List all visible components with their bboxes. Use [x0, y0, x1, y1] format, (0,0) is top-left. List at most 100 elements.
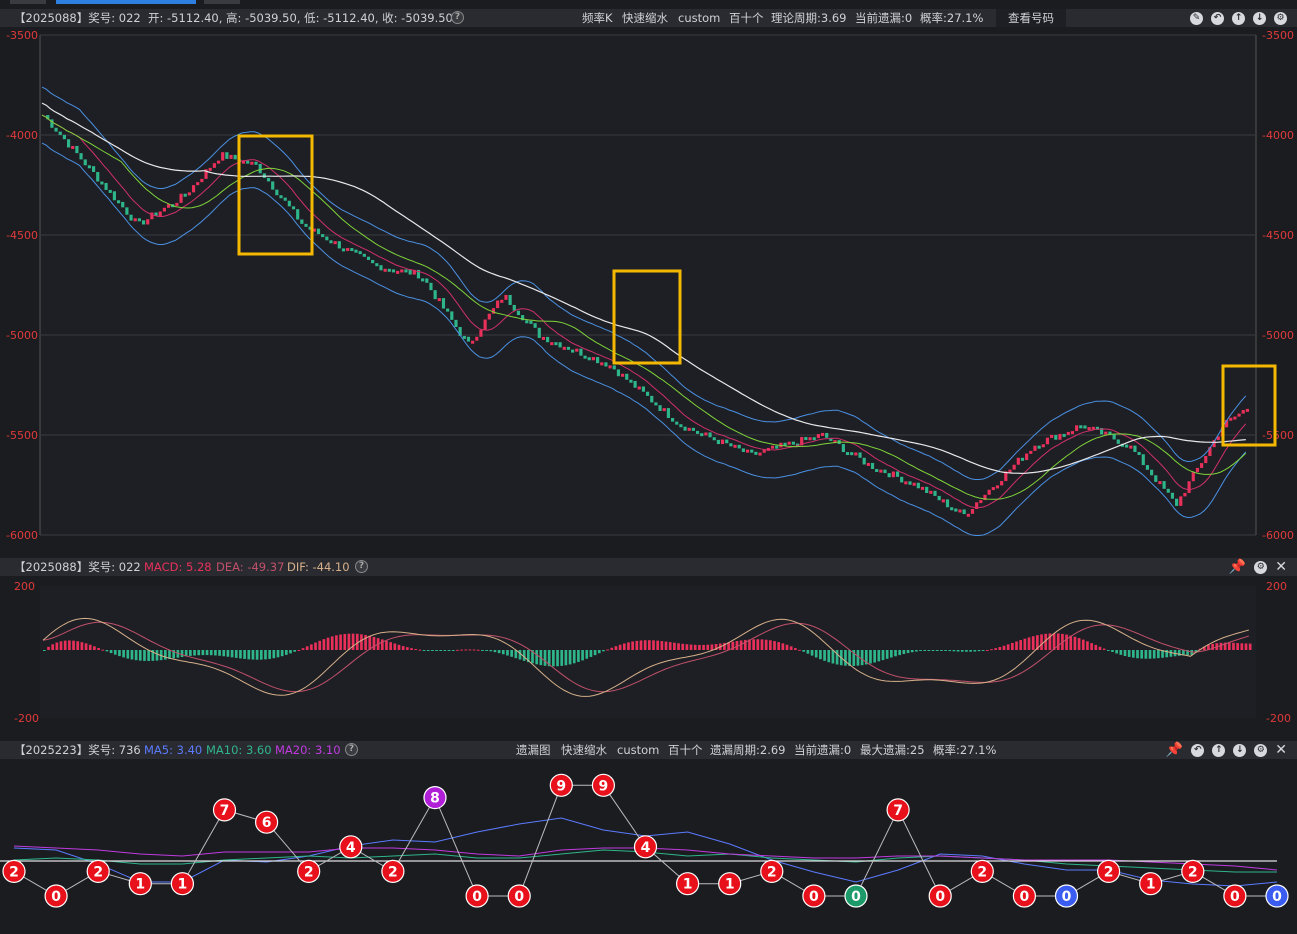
y-tick-label-right: -5500 [1262, 429, 1294, 442]
candle [716, 439, 720, 445]
macd-bar [1065, 634, 1068, 650]
candle [854, 452, 858, 456]
miss-node: 2 [86, 859, 110, 884]
macd-bar [877, 650, 881, 662]
macd-bar [627, 642, 630, 650]
macd-bar [1119, 650, 1123, 655]
miss-node: 7 [212, 798, 237, 822]
macd-bar [568, 650, 572, 665]
settings-icon[interactable]: ⚙ [1254, 743, 1268, 757]
miss-node: 2 [381, 859, 405, 884]
candle [979, 500, 983, 504]
kline-unit: 百十个 [729, 11, 764, 25]
miss-chart[interactable]: 2 0 2 1 1 7 6 2 4 2 8 0 0 9 9 4 1 1 2 0 0 7 0 2 0 0 2 1 2 0 0 [0, 760, 1297, 934]
macd-bar [869, 650, 872, 664]
macd-bar [927, 650, 931, 651]
up-arrow-icon[interactable]: ↑ [1232, 11, 1245, 25]
candle [1041, 444, 1045, 448]
macd-bar [401, 646, 405, 650]
candle [71, 145, 75, 149]
macd-bar [51, 644, 55, 650]
up-arrow-icon[interactable]: ↑ [1212, 743, 1226, 757]
pin-icon[interactable]: 📌 [1166, 741, 1183, 759]
candle [908, 481, 912, 485]
kline-chart[interactable]: -3500 -3500 -4000 -4000 -4500 -4500 -5000 -5000… [0, 27, 1297, 547]
candle [471, 340, 475, 344]
macd-bar [693, 644, 697, 650]
candle [433, 290, 437, 300]
miss-node-value: 7 [220, 803, 230, 819]
macd-bar [981, 650, 985, 651]
candle [391, 269, 396, 273]
candle [104, 182, 108, 190]
pin-icon[interactable]: 📌 [1229, 558, 1246, 576]
candle [366, 256, 371, 260]
tab-indicator-1[interactable] [10, 0, 46, 4]
macd-bar [956, 650, 960, 652]
macd-bar [760, 639, 764, 650]
macd-bar [798, 649, 801, 651]
macd-bar [935, 650, 939, 651]
miss-node-value: 2 [767, 864, 777, 880]
candle [787, 441, 791, 445]
macd-bar [301, 648, 305, 650]
close-icon[interactable]: ✕ [1275, 741, 1287, 759]
tab-indicator-active[interactable] [56, 0, 196, 4]
macd-bar [606, 649, 609, 651]
miss-max: 最大遗漏:25 [860, 743, 925, 757]
back-icon[interactable]: ↶ [1211, 11, 1224, 25]
settings-icon[interactable]: ⚙ [1274, 11, 1287, 25]
edit-icon[interactable]: ✎ [1190, 11, 1203, 25]
y-tick-label-right: -6000 [1262, 529, 1294, 542]
macd-bar [234, 650, 238, 658]
miss-node: 9 [549, 773, 573, 797]
candle [62, 134, 66, 140]
candle [387, 268, 391, 272]
y-tick-label-right: -4000 [1262, 129, 1294, 142]
macd-bar [614, 646, 618, 650]
candle [737, 444, 741, 449]
candle [375, 263, 379, 267]
candle [991, 487, 995, 491]
macd-bar [965, 650, 968, 652]
help-icon[interactable]: ? [355, 560, 368, 573]
macd-bar [1136, 650, 1139, 659]
miss-node: 0 [1012, 884, 1037, 908]
macd-bar [823, 650, 826, 661]
candle [533, 323, 537, 328]
candle [525, 320, 529, 324]
view-numbers-button[interactable]: 查看号码 [996, 9, 1066, 27]
macd-bar [994, 648, 997, 650]
down-arrow-icon[interactable]: ↓ [1233, 743, 1247, 757]
candle [79, 153, 83, 160]
candle [437, 298, 441, 302]
miss-node: 1 [128, 872, 152, 896]
miss-node-value: 0 [1020, 889, 1030, 905]
candle [1129, 445, 1133, 449]
candle [250, 161, 254, 165]
candle [825, 432, 829, 438]
macd-bar [664, 641, 668, 650]
macd-chart[interactable]: 200 200 -200 -200 [0, 578, 1297, 728]
macd-bar [873, 650, 876, 663]
candle [587, 357, 591, 361]
miss-current: 当前遗漏:0 [794, 743, 852, 757]
miss-node: 0 [802, 884, 826, 908]
macd-bar [372, 636, 376, 650]
macd-bar [109, 650, 113, 654]
miss-node-value: 0 [1230, 889, 1240, 905]
macd-bar [489, 650, 493, 652]
candle [1012, 464, 1016, 470]
macd-bar [59, 641, 63, 650]
macd-bar [293, 650, 297, 652]
candle [1054, 434, 1058, 440]
help-icon[interactable]: ? [451, 11, 464, 24]
help-icon[interactable]: ? [345, 743, 358, 756]
macd-bar [906, 650, 910, 654]
down-arrow-icon[interactable]: ↓ [1253, 11, 1266, 25]
settings-icon[interactable]: ⚙ [1254, 560, 1268, 574]
tab-indicator-3[interactable] [204, 0, 240, 4]
macd-bar [698, 644, 701, 650]
back-icon[interactable]: ↶ [1191, 743, 1205, 757]
close-icon[interactable]: ✕ [1275, 558, 1287, 576]
